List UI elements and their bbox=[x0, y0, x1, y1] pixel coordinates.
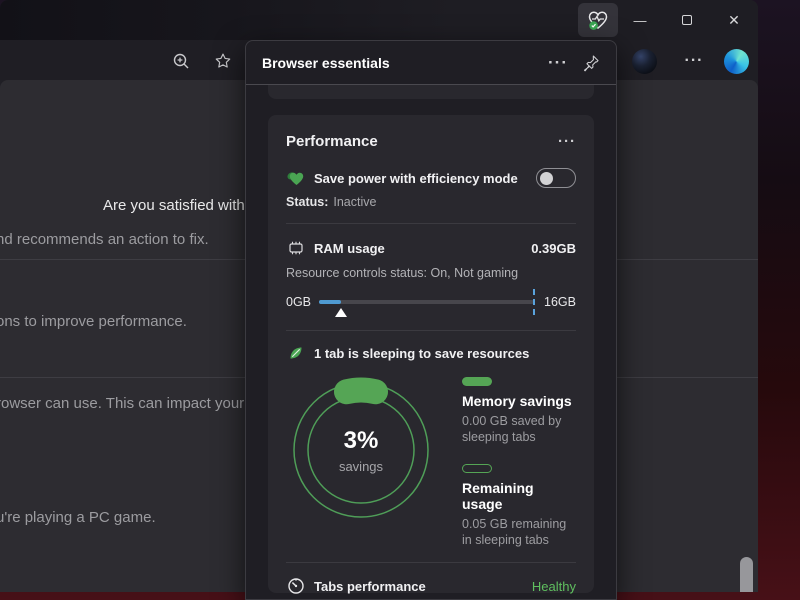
section-divider bbox=[286, 330, 576, 331]
status-label: Status: bbox=[286, 195, 328, 209]
page-text-line: nd recommends an action to fix. bbox=[0, 231, 209, 248]
browser-essentials-toolbar-button[interactable] bbox=[578, 3, 618, 37]
profile-avatar[interactable] bbox=[632, 49, 657, 74]
tabs-performance-label: Tabs performance bbox=[314, 579, 532, 594]
flyout-title: Browser essentials bbox=[262, 55, 548, 71]
ram-slider-fill bbox=[319, 300, 341, 304]
remaining-usage-title: Remaining usage bbox=[462, 480, 576, 512]
scrolled-card-remnant bbox=[268, 85, 594, 99]
savings-section: 3% savings Memory savings 0.00 GB saved … bbox=[286, 375, 576, 548]
ram-slider-track[interactable] bbox=[319, 300, 534, 304]
savings-percent: 3% bbox=[344, 427, 379, 455]
ram-slider[interactable]: 0GB 16GB bbox=[286, 292, 576, 312]
efficiency-mode-toggle[interactable] bbox=[536, 168, 576, 188]
titlebar: — ✕ bbox=[0, 0, 758, 40]
maximize-button[interactable] bbox=[672, 0, 702, 40]
remaining-usage-pill-icon bbox=[462, 464, 492, 473]
ram-slider-max-marker bbox=[533, 289, 535, 315]
minimize-button[interactable]: — bbox=[625, 0, 655, 40]
sleeping-tabs-label: 1 tab is sleeping to save resources bbox=[314, 346, 576, 361]
browser-essentials-flyout: Browser essentials ··· Performance ··· bbox=[245, 40, 617, 600]
savings-donut-chart: 3% savings bbox=[286, 375, 436, 525]
efficiency-heart-icon bbox=[286, 168, 306, 188]
favorites-star-icon[interactable] bbox=[210, 48, 236, 74]
performance-card: Performance ··· Save power with efficien… bbox=[268, 115, 594, 593]
close-button[interactable]: ✕ bbox=[719, 0, 749, 40]
page-scrollbar-thumb[interactable] bbox=[740, 557, 753, 592]
section-divider bbox=[286, 223, 576, 224]
desktop-background: — ✕ ··· Are you bbox=[0, 0, 800, 600]
remaining-usage-detail: 0.05 GB remaining in sleeping tabs bbox=[462, 516, 576, 549]
page-text-line: u're playing a PC game. bbox=[0, 509, 156, 526]
page-text-line: ons to improve performance. bbox=[0, 313, 187, 330]
section-divider bbox=[286, 562, 576, 563]
memory-savings-pill-icon bbox=[462, 377, 492, 386]
ram-slider-handle[interactable] bbox=[335, 308, 347, 317]
savings-word: savings bbox=[339, 459, 383, 474]
efficiency-mode-label: Save power with efficiency mode bbox=[314, 171, 536, 186]
page-text-line: Are you satisfied with po bbox=[103, 197, 266, 214]
ram-usage-label: RAM usage bbox=[314, 241, 531, 256]
resource-controls-status: Resource controls status: On, Not gaming bbox=[286, 266, 576, 282]
ram-chip-icon bbox=[286, 238, 306, 258]
status-value: Inactive bbox=[333, 195, 376, 209]
ram-usage-value: 0.39GB bbox=[531, 241, 576, 256]
slider-min-label: 0GB bbox=[286, 295, 311, 309]
copilot-icon[interactable] bbox=[724, 49, 749, 74]
flyout-header: Browser essentials ··· bbox=[246, 41, 616, 85]
zoom-in-icon[interactable] bbox=[168, 48, 194, 74]
memory-savings-detail: 0.00 GB saved by sleeping tabs bbox=[462, 413, 576, 446]
memory-savings-title: Memory savings bbox=[462, 393, 576, 409]
savings-legend: Memory savings 0.00 GB saved by sleeping… bbox=[462, 377, 576, 548]
donut-center-text: 3% savings bbox=[286, 375, 436, 525]
performance-title: Performance bbox=[286, 133, 558, 150]
slider-max-label: 16GB bbox=[544, 295, 576, 309]
status-line: Status: Inactive bbox=[286, 195, 576, 211]
page-text-line: rowser can use. This can impact your bro… bbox=[0, 395, 281, 412]
toggle-knob bbox=[540, 172, 553, 185]
sleeping-leaf-icon bbox=[286, 343, 306, 363]
flyout-more-button[interactable]: ··· bbox=[548, 53, 568, 73]
pin-icon[interactable] bbox=[582, 54, 600, 72]
settings-more-button[interactable]: ··· bbox=[681, 48, 707, 74]
performance-more-button[interactable]: ··· bbox=[558, 133, 576, 150]
heart-pulse-icon bbox=[586, 8, 610, 32]
maximize-icon bbox=[682, 15, 692, 25]
tabs-performance-status: Healthy bbox=[532, 579, 576, 594]
gauge-icon bbox=[286, 576, 306, 596]
